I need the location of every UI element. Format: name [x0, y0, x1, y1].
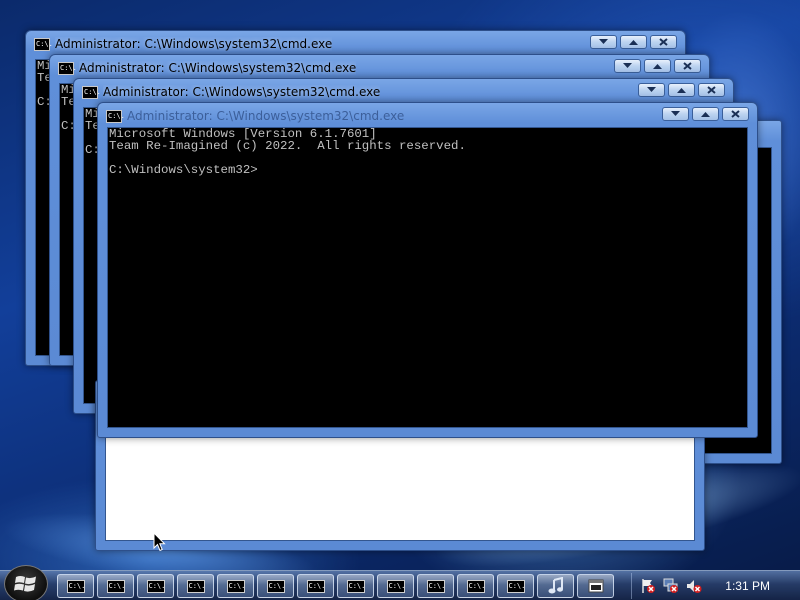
taskbar-button-cmd[interactable]: C:\.: [377, 574, 414, 598]
minimize-button[interactable]: [662, 107, 689, 121]
cmd-icon: C:\.: [226, 579, 245, 593]
minimize-button[interactable]: [638, 83, 665, 97]
console-line: Team Re-Imagined (c) 2022. All rights re…: [109, 139, 466, 153]
volume-muted-icon[interactable]: [686, 578, 702, 594]
taskbar-button-cmd[interactable]: C:\.: [97, 574, 134, 598]
cmd-icon: C:\.: [386, 579, 405, 593]
title-bar[interactable]: C:\. Administrator: C:\Windows\system32\…: [106, 103, 749, 129]
maximize-icon: [653, 64, 662, 69]
cmd-icon: C:\.: [82, 85, 101, 99]
cmd-icon: C:\.: [146, 579, 165, 593]
minimize-button[interactable]: [614, 59, 641, 73]
cmd-icon: C:\.: [34, 37, 53, 51]
minimize-icon: [623, 63, 632, 68]
cmd-icon: C:\.: [106, 109, 125, 123]
close-icon: [707, 86, 716, 94]
close-button[interactable]: [698, 83, 725, 97]
cmd-icon: C:\.: [426, 579, 445, 593]
taskbar-button-cmd[interactable]: C:\.: [177, 574, 214, 598]
maximize-button[interactable]: [668, 83, 695, 97]
taskbar-button-cmd[interactable]: C:\.: [57, 574, 94, 598]
maximize-button[interactable]: [620, 35, 647, 49]
minimize-icon: [599, 39, 608, 44]
taskbar: C:\. C:\. C:\. C:\. C:\. C:\. C:\. C:\. …: [0, 565, 800, 600]
cmd-window-active[interactable]: C:\. Administrator: C:\Windows\system32\…: [97, 102, 758, 438]
close-button[interactable]: [674, 59, 701, 73]
window-title: Administrator: C:\Windows\system32\cmd.e…: [79, 61, 357, 75]
maximize-button[interactable]: [644, 59, 671, 73]
close-button[interactable]: [650, 35, 677, 49]
start-button[interactable]: [4, 565, 48, 600]
maximize-icon: [677, 88, 686, 93]
windows-logo-icon: [14, 576, 36, 592]
taskbar-button-cmd[interactable]: C:\.: [457, 574, 494, 598]
taskbar-button-media-player[interactable]: [537, 574, 574, 598]
console-prompt: C:\Windows\system32>: [109, 163, 258, 177]
cmd-icon: C:\.: [66, 579, 85, 593]
cmd-icon: C:\.: [506, 579, 525, 593]
cmd-icon: C:\.: [266, 579, 285, 593]
console-output[interactable]: Microsoft Windows [Version 6.1.7601] Tea…: [107, 127, 748, 428]
window-title: Administrator: C:\Windows\system32\cmd.e…: [127, 109, 405, 123]
close-icon: [683, 62, 692, 70]
window-title: Administrator: C:\Windows\system32\cmd.e…: [103, 85, 381, 99]
media-player-icon: [548, 577, 563, 594]
taskbar-button-cmd[interactable]: C:\.: [217, 574, 254, 598]
tray-separator: [631, 573, 632, 599]
cmd-icon: C:\.: [58, 61, 77, 75]
clock[interactable]: 1:31 PM: [725, 579, 770, 593]
taskbar-button-cmd[interactable]: C:\.: [137, 574, 174, 598]
close-button[interactable]: [722, 107, 749, 121]
window-title: Administrator: C:\Windows\system32\cmd.e…: [55, 37, 333, 51]
minimize-icon: [671, 111, 680, 116]
maximize-icon: [701, 112, 710, 117]
taskbar-button-cmd[interactable]: C:\.: [497, 574, 534, 598]
action-center-flag-icon[interactable]: [640, 578, 656, 594]
maximize-icon: [629, 40, 638, 45]
cmd-icon: C:\.: [306, 579, 325, 593]
taskbar-button-cmd[interactable]: C:\.: [417, 574, 454, 598]
close-icon: [659, 38, 668, 46]
maximize-button[interactable]: [692, 107, 719, 121]
cmd-icon: C:\.: [106, 579, 125, 593]
taskbar-button-cmd[interactable]: C:\.: [257, 574, 294, 598]
network-disconnected-icon[interactable]: [663, 578, 679, 594]
mouse-cursor-icon: [153, 532, 166, 552]
minimize-button[interactable]: [590, 35, 617, 49]
cmd-icon: C:\.: [346, 579, 365, 593]
cmd-icon: C:\.: [466, 579, 485, 593]
minimize-icon: [647, 87, 656, 92]
cmd-icon: C:\.: [186, 579, 205, 593]
taskbar-button-cmd[interactable]: C:\.: [337, 574, 374, 598]
taskbar-button-cmd[interactable]: C:\.: [297, 574, 334, 598]
close-icon: [731, 110, 740, 118]
window-app-icon: [588, 579, 603, 593]
taskbar-button-window-app[interactable]: [577, 574, 614, 598]
